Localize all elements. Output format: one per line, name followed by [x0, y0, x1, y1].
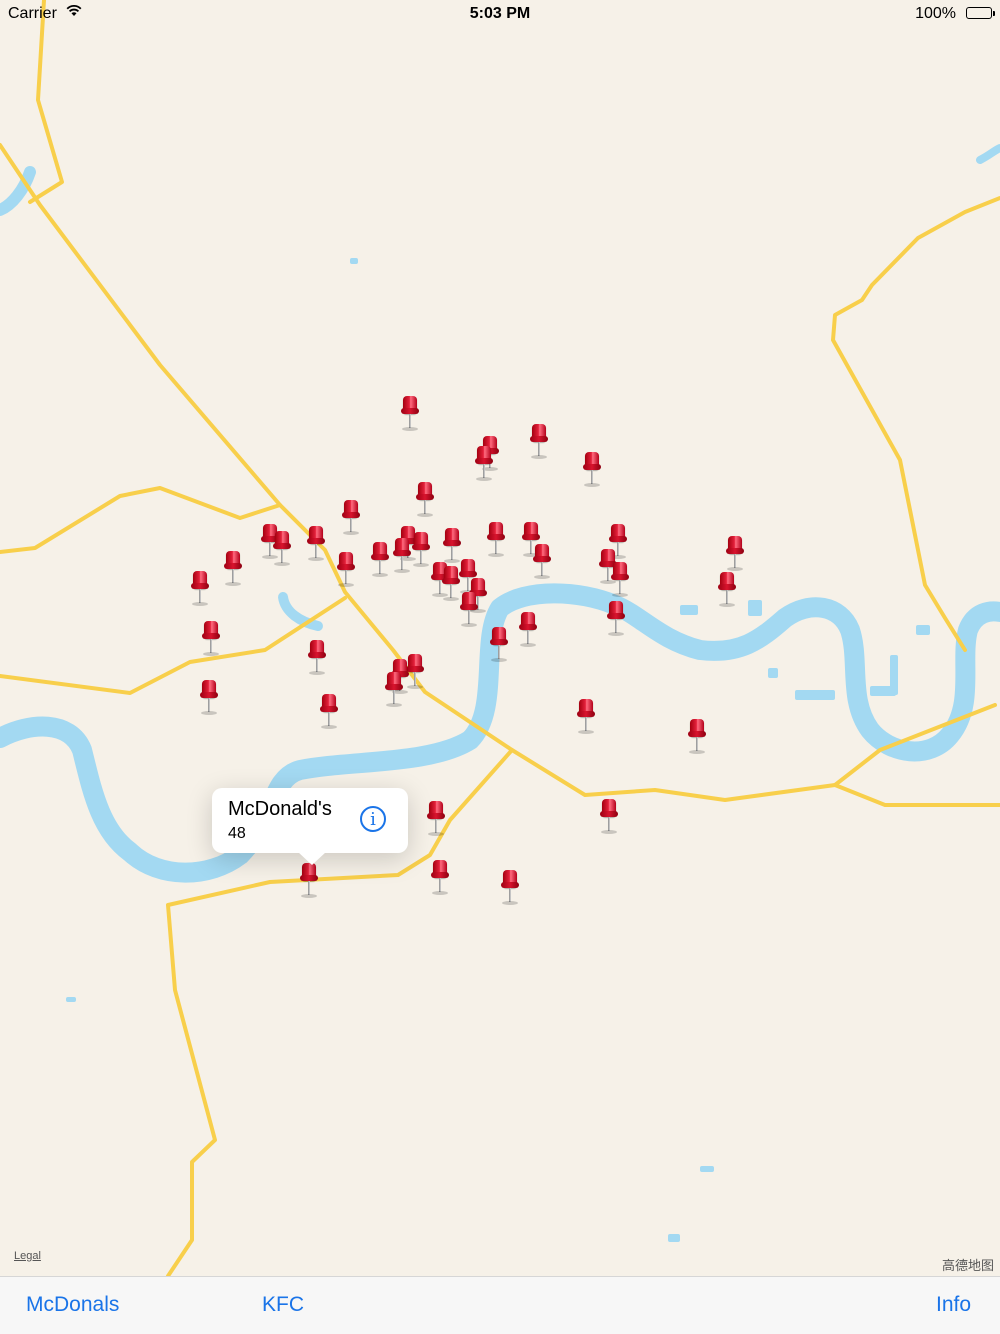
map-pin-icon[interactable]	[687, 719, 707, 759]
map-pin-icon[interactable]	[306, 526, 326, 566]
map-pin-icon[interactable]	[582, 452, 602, 492]
map-pin-icon[interactable]	[392, 538, 412, 578]
battery-icon	[966, 7, 995, 19]
map-pin-icon[interactable]	[576, 699, 596, 739]
map-pin-icon[interactable]	[201, 621, 221, 661]
map-pin-icon[interactable]	[529, 424, 549, 464]
map-pin-icon[interactable]	[384, 672, 404, 712]
map-pin-icon[interactable]	[223, 551, 243, 591]
map-pin-icon[interactable]	[500, 870, 520, 910]
map-pin-icon[interactable]	[459, 592, 479, 632]
map-pin-icon[interactable]	[474, 446, 494, 486]
bottom-toolbar: McDonals KFC Info	[0, 1276, 1000, 1334]
pins-layer	[0, 0, 1000, 1276]
kfc-button[interactable]: KFC	[262, 1293, 304, 1317]
map-pin-icon[interactable]	[336, 552, 356, 592]
map-pin-icon[interactable]	[430, 860, 450, 900]
mcdonals-button[interactable]: McDonals	[26, 1293, 119, 1317]
info-icon[interactable]: i	[360, 806, 386, 832]
map-pin-icon[interactable]	[319, 694, 339, 734]
callout-title: McDonald's	[228, 798, 332, 820]
map-pin-icon[interactable]	[599, 799, 619, 839]
map-pin-icon[interactable]	[486, 522, 506, 562]
map-view[interactable]	[0, 0, 1000, 1278]
map-pin-icon[interactable]	[532, 544, 552, 584]
map-pin-icon[interactable]	[299, 863, 319, 903]
map-pin-icon[interactable]	[606, 601, 626, 641]
map-pin-icon[interactable]	[411, 532, 431, 572]
map-pin-icon[interactable]	[610, 562, 630, 602]
info-button[interactable]: Info	[936, 1293, 971, 1317]
legal-link[interactable]: Legal	[14, 1250, 41, 1262]
map-pin-icon[interactable]	[489, 627, 509, 667]
map-pin-icon[interactable]	[190, 571, 210, 611]
map-pin-icon[interactable]	[199, 680, 219, 720]
map-pin-icon[interactable]	[725, 536, 745, 576]
map-pin-icon[interactable]	[370, 542, 390, 582]
map-pin-icon[interactable]	[717, 572, 737, 612]
map-attribution: 高德地图	[941, 1258, 994, 1273]
clock: 5:03 PM	[469, 5, 531, 22]
map-pin-icon[interactable]	[307, 640, 327, 680]
callout-subtitle: 48	[228, 825, 246, 842]
map-pin-icon[interactable]	[272, 531, 292, 571]
battery-percentage: 100%	[915, 5, 956, 22]
status-bar: Carrier 5:03 PM 100%	[0, 0, 1000, 28]
annotation-callout[interactable]: McDonald's 48 i	[212, 788, 408, 865]
map-pin-icon[interactable]	[426, 801, 446, 841]
map-pin-icon[interactable]	[518, 612, 538, 652]
map-pin-icon[interactable]	[400, 396, 420, 436]
map-pin-icon[interactable]	[341, 500, 361, 540]
map-pin-icon[interactable]	[415, 482, 435, 522]
